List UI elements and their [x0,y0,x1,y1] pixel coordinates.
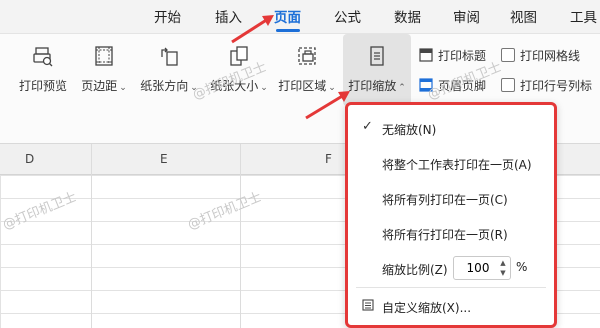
column-header-e[interactable]: E [160,152,168,166]
checkmark-icon: ✓ [362,119,373,134]
menu-item-label: 自定义缩放(X)... [382,301,472,315]
print-titles-icon [419,48,433,62]
print-preview-icon [32,45,54,67]
scale-ratio-input[interactable] [458,259,498,277]
margins-icon [93,45,115,67]
annotation-arrow-icon [231,15,274,44]
chevron-down-icon: ⌃ [398,83,406,93]
tab-view[interactable]: 视图 [510,6,537,26]
print-scale-label: 打印缩放 [348,79,397,93]
chevron-down-icon: ⌄ [119,83,127,93]
orientation-button[interactable]: 纸张方向 ⌄ [136,34,202,106]
chevron-up-icon[interactable]: ▲ [498,258,508,268]
gridlines-label: 打印网格线 [520,49,581,63]
print-preview-label: 打印预览 [18,79,67,93]
tab-home[interactable]: 开始 [154,6,181,26]
menu-item-label: 将整个工作表打印在一页(A) [382,158,532,172]
chevron-down-icon[interactable]: ▼ [498,268,508,278]
custom-scale-icon [362,299,374,315]
column-divider [240,144,241,328]
tab-review[interactable]: 审阅 [453,6,480,26]
ribbon: 打印预览 页边距 ⌄ 纸张方向 ⌄ 纸张大小 ⌄ 打印区域 ⌄ 打印缩放 ⌃ 打印标题 页… [0,33,600,107]
menu-item-label: 将所有行打印在一页(R) [382,228,508,242]
tab-page[interactable]: 页面 [274,6,301,26]
tab-formula[interactable]: 公式 [334,6,361,26]
gridlines-check-box[interactable] [501,48,515,62]
orientation-label: 纸张方向 [140,79,189,93]
orientation-icon [158,45,180,67]
menu-item-fit-rows[interactable]: 将所有行打印在一页(R) [348,218,554,248]
print-titles-label: 打印标题 [438,49,487,63]
menu-item-fit-columns[interactable]: 将所有列打印在一页(C) [348,183,554,213]
print-area-icon [296,45,318,67]
tab-data[interactable]: 数据 [394,6,421,26]
scale-ratio-stepper[interactable]: ▲ ▼ [453,256,511,280]
row-col-headers-check-box[interactable] [501,78,515,92]
row-col-headers-label: 打印行号列标 [520,79,593,93]
print-scale-menu: ✓ 无缩放(N) 将整个工作表打印在一页(A) 将所有列打印在一页(C) 将所有… [345,102,557,328]
margins-label: 页边距 [81,79,118,93]
menu-item-label: 将所有列打印在一页(C) [382,193,508,207]
menu-item-fit-sheet[interactable]: 将整个工作表打印在一页(A) [348,148,554,178]
gridlines-checkbox[interactable]: 打印网格线 [501,47,580,67]
annotation-arrow-icon [305,91,350,120]
scale-ratio-label: 缩放比例(Z) [382,263,448,277]
active-tab-indicator [276,29,300,32]
chevron-down-icon: ⌄ [260,83,268,93]
menu-item-label: 无缩放(N) [382,123,437,137]
print-preview-button[interactable]: 打印预览 [14,34,72,106]
column-divider [91,144,92,328]
menu-item-no-scale[interactable]: ✓ 无缩放(N) [348,113,554,143]
print-scale-icon [366,45,388,67]
margins-button[interactable]: 页边距 ⌄ [76,34,132,106]
column-header-f[interactable]: F [325,152,332,166]
percent-sign: % [516,260,528,274]
column-header-d[interactable]: D [25,152,34,166]
tab-bar: 开始 插入 页面 公式 数据 审阅 视图 工具 [0,0,600,33]
row-col-headers-checkbox[interactable]: 打印行号列标 [501,77,592,97]
menu-separator [356,287,546,288]
tab-tools[interactable]: 工具 [570,6,597,26]
menu-item-custom-scale[interactable]: 自定义缩放(X)... [348,291,554,321]
scale-ratio-row: 缩放比例(Z) ▲ ▼ % [348,253,554,283]
